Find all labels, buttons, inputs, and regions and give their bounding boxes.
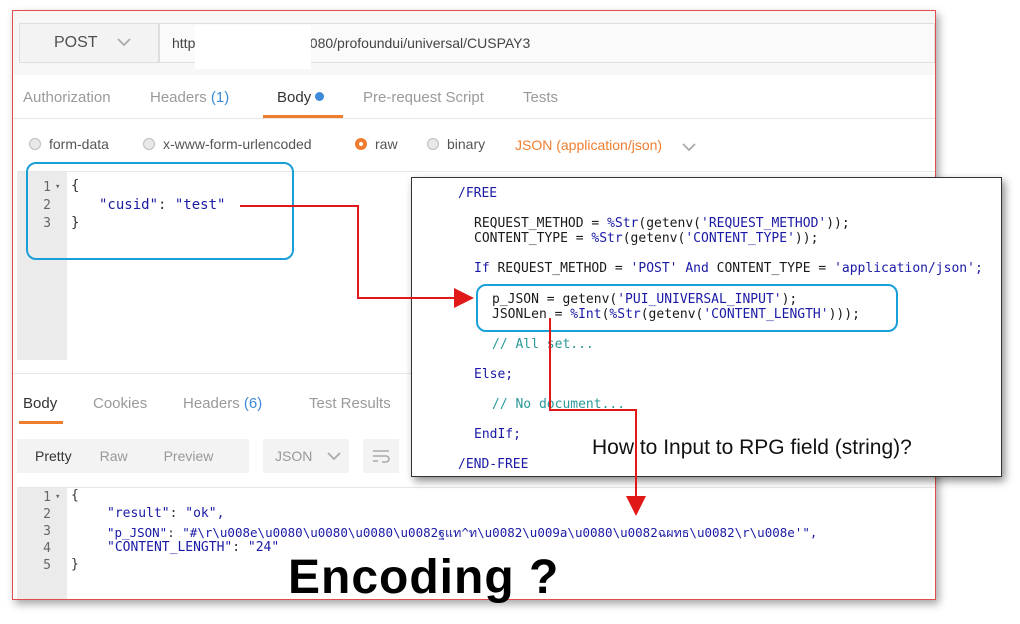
- annotation-title: Encoding ?: [288, 551, 560, 604]
- arrow-rpg-to-question: [549, 318, 646, 516]
- annotation-question: How to Input to RPG field (string)?: [592, 436, 912, 459]
- arrow-request-to-rpg: [240, 205, 474, 308]
- annotation-arrows: [240, 205, 646, 516]
